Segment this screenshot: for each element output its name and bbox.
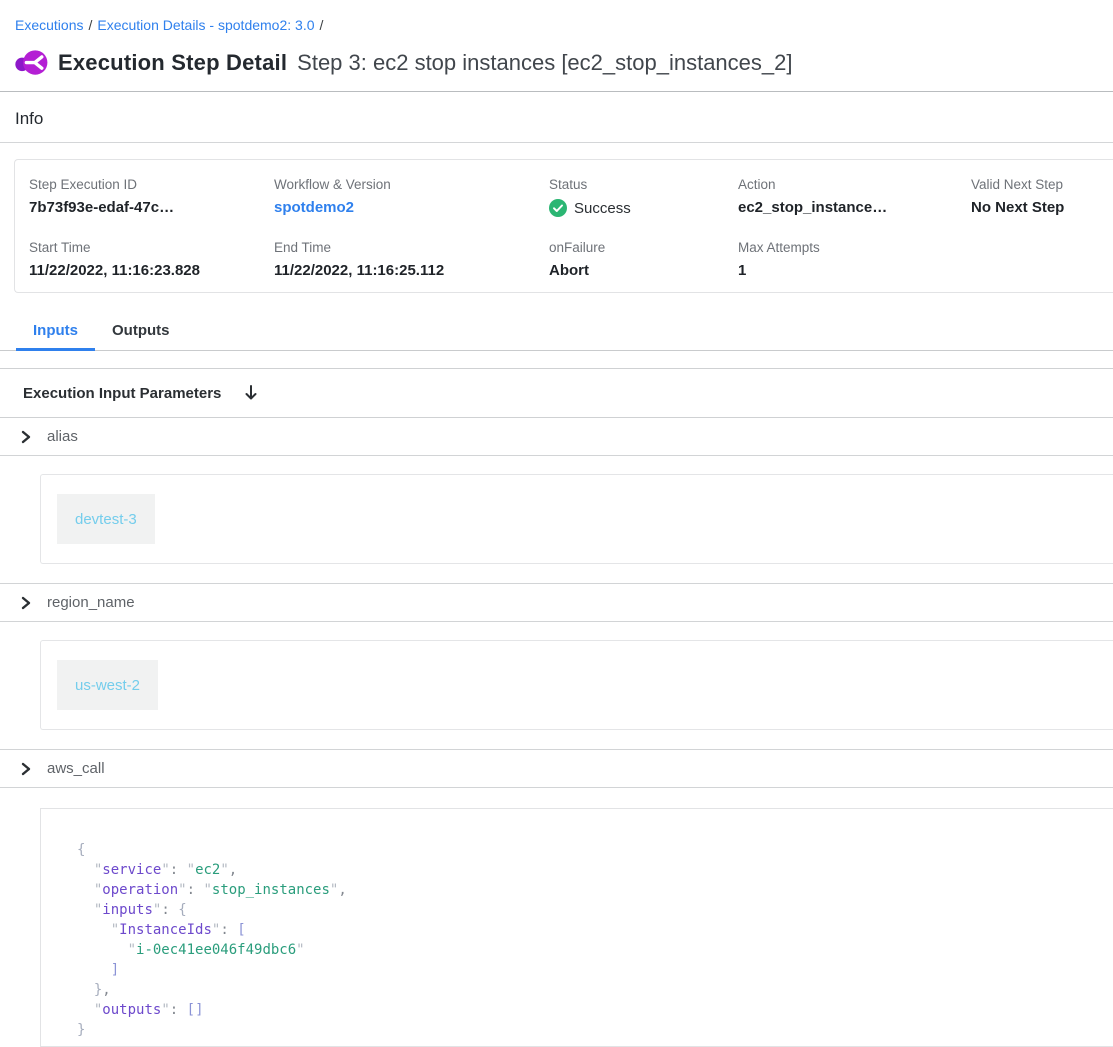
header-divider <box>0 91 1113 92</box>
arrow-down-icon[interactable] <box>243 384 259 402</box>
code-json: { "service": "ec2", "operation": "stop_i… <box>40 808 1113 1047</box>
tab-bar: InputsOutputs <box>0 313 1113 351</box>
workflow-app-logo-icon <box>14 48 48 78</box>
breadcrumb-link[interactable]: Execution Details - spotdemo2: 3.0 <box>97 17 314 33</box>
page-title: Execution Step Detail <box>58 50 287 76</box>
info-field-label: Valid Next Step <box>971 177 1113 192</box>
section-header-alias[interactable]: alias <box>0 418 1113 456</box>
params-title: Execution Input Parameters <box>23 385 221 402</box>
info-card: Step Execution ID 7b73f93e-edaf-47c…Workf… <box>14 159 1113 293</box>
info-field: Workflow & Version spotdemo2 <box>274 177 549 217</box>
info-field-value: 11/22/2022, 11:16:23.828 <box>29 262 274 279</box>
success-check-icon <box>549 199 574 217</box>
tab-inputs[interactable]: Inputs <box>16 313 95 350</box>
info-field-label: onFailure <box>549 240 738 255</box>
chevron-right-icon <box>20 762 32 776</box>
info-field-label: Step Execution ID <box>29 177 274 192</box>
info-field: Status Success <box>549 177 738 217</box>
info-field-value: 11/22/2022, 11:16:25.112 <box>274 262 549 279</box>
info-field-label: Workflow & Version <box>274 177 549 192</box>
breadcrumb-separator: / <box>88 17 92 33</box>
breadcrumb-separator: / <box>320 17 324 33</box>
breadcrumb: Executions / Execution Details - spotdemo2… <box>0 0 1113 34</box>
info-field-label: Status <box>549 177 738 192</box>
info-field-value: Abort <box>549 262 738 279</box>
status-badge: Success <box>549 199 738 217</box>
chevron-right-icon <box>20 596 32 610</box>
info-field-label: Max Attempts <box>738 240 971 255</box>
info-field: Step Execution ID 7b73f93e-edaf-47c… <box>29 177 274 217</box>
parameter-sections: alias devtest-3 region_name us-west-2 aws_ca… <box>0 418 1113 1047</box>
page-header: Execution Step Detail Step 3: ec2 stop i… <box>14 48 1113 78</box>
info-field-value: 1 <box>738 262 971 279</box>
info-field-value: No Next Step <box>971 199 1113 216</box>
info-field-value: 7b73f93e-edaf-47c… <box>29 199 274 216</box>
info-field: Action ec2_stop_instance… <box>738 177 971 217</box>
execution-step-detail-page: Executions / Execution Details - spotdemo2… <box>0 0 1113 1047</box>
info-field-label: Start Time <box>29 240 274 255</box>
status-text: Success <box>574 200 631 217</box>
info-section-heading: Info <box>15 109 1113 129</box>
section-body-aws_call: { "service": "ec2", "operation": "stop_i… <box>0 788 1113 1047</box>
info-field: Valid Next Step No Next Step <box>971 177 1113 217</box>
tab-outputs[interactable]: Outputs <box>95 313 187 350</box>
section-name: region_name <box>47 594 135 611</box>
section-body-region_name: us-west-2 <box>0 622 1113 750</box>
info-field-value[interactable]: spotdemo2 <box>274 199 549 216</box>
breadcrumb-link[interactable]: Executions <box>15 17 83 33</box>
info-field-value: ec2_stop_instance… <box>738 199 971 216</box>
value-chip: us-west-2 <box>57 660 158 710</box>
section-name: alias <box>47 428 78 445</box>
info-field: Start Time 11/22/2022, 11:16:23.828 <box>29 240 274 279</box>
value-panel: devtest-3 <box>40 474 1113 564</box>
info-field: Max Attempts 1 <box>738 240 971 279</box>
section-body-alias: devtest-3 <box>0 456 1113 584</box>
value-chip: devtest-3 <box>57 494 155 544</box>
info-field-label: Action <box>738 177 971 192</box>
value-panel: us-west-2 <box>40 640 1113 730</box>
info-field-label: End Time <box>274 240 549 255</box>
section-header-region_name[interactable]: region_name <box>0 584 1113 622</box>
info-field: End Time 11/22/2022, 11:16:25.112 <box>274 240 549 279</box>
page-subtitle: Step 3: ec2 stop instances [ec2_stop_ins… <box>297 50 792 76</box>
section-header-aws_call[interactable]: aws_call <box>0 750 1113 788</box>
info-field: onFailure Abort <box>549 240 738 279</box>
info-divider <box>0 142 1113 143</box>
params-header: Execution Input Parameters <box>0 368 1113 418</box>
chevron-right-icon <box>20 430 32 444</box>
section-name: aws_call <box>47 760 105 777</box>
